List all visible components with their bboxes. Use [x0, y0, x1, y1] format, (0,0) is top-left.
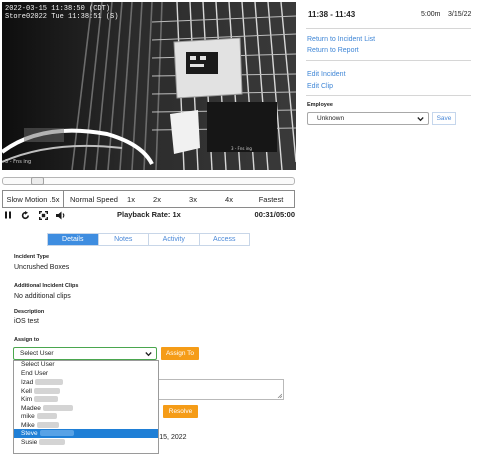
- edit-clip-link[interactable]: Edit Clip: [307, 83, 333, 90]
- employee-select[interactable]: Unknown: [307, 112, 429, 125]
- divider: [306, 28, 471, 29]
- redacted-surname: [42, 404, 73, 411]
- option-label: Kell: [21, 387, 32, 395]
- assign-to-label: Assign to: [14, 337, 40, 343]
- resolution-notes-textarea[interactable]: [158, 379, 284, 400]
- video-player[interactable]: 2022-03-15 11:38:50 (CDT) Store02022 Tue…: [2, 2, 296, 170]
- dropdown-option[interactable]: Select User: [14, 361, 158, 370]
- dropdown-option[interactable]: Mike: [14, 421, 158, 430]
- resolve-button[interactable]: Resolve: [163, 405, 198, 418]
- clip-duration: 5:00m: [421, 11, 441, 18]
- video-store-stamp: Store02022 Tue 11:38:51 (S): [5, 13, 119, 21]
- option-label: Susie: [21, 438, 38, 446]
- detail-tabs: Details Notes Activity Access: [47, 233, 250, 246]
- incident-type-label: Incident Type: [14, 254, 50, 260]
- redacted-surname: [36, 413, 57, 419]
- additional-clips-label: Additional Incident Clips: [14, 283, 79, 289]
- option-label: mike: [21, 413, 35, 420]
- speed-slow-button[interactable]: Slow Motion .5x: [3, 191, 64, 207]
- playback-rate: Playback Rate: 1x: [117, 210, 181, 219]
- dropdown-option[interactable]: mike: [14, 412, 158, 421]
- incident-type-value: Uncrushed Boxes: [14, 264, 70, 271]
- dropdown-option[interactable]: Kell: [14, 387, 158, 396]
- description-label: Description: [14, 309, 45, 315]
- playback-speed-bar: Slow Motion .5x Normal Speed 1x 2x 3x 4x…: [2, 190, 295, 208]
- redacted-surname: [39, 438, 66, 445]
- volume-icon[interactable]: [55, 209, 67, 221]
- employee-label: Employee: [307, 102, 333, 108]
- redacted-surname: [35, 379, 64, 385]
- video-scrubber[interactable]: [2, 177, 295, 185]
- option-label: Mike: [21, 421, 35, 429]
- dropdown-option[interactable]: Madee: [14, 404, 158, 413]
- redacted-surname: [34, 396, 59, 402]
- video-frame: [2, 2, 296, 170]
- playback-controls: Playback Rate: 1x 00:31/05:00: [2, 209, 295, 221]
- option-label: Select User: [21, 361, 55, 368]
- redacted-surname: [33, 387, 60, 394]
- edit-incident-link[interactable]: Edit Incident: [307, 71, 346, 78]
- replay-icon[interactable]: [19, 209, 31, 221]
- dropdown-option[interactable]: Susie: [14, 438, 158, 447]
- option-label: End User: [21, 369, 49, 377]
- camera-name: 3 - Fns ing: [5, 159, 32, 165]
- dropdown-option[interactable]: End User: [14, 370, 158, 379]
- assign-select-value: Select User: [20, 350, 54, 357]
- option-label: Steve: [21, 430, 38, 437]
- additional-clips-value: No additional clips: [14, 293, 71, 300]
- return-to-incident-list-link[interactable]: Return to Incident List: [307, 36, 375, 43]
- clip-time-range: 11:38 - 11:43: [308, 10, 356, 19]
- fullscreen-icon[interactable]: [37, 209, 49, 221]
- speed-normal-button[interactable]: Normal Speed: [64, 191, 124, 207]
- playback-time: 00:31/05:00: [254, 210, 295, 219]
- tab-access[interactable]: Access: [198, 234, 249, 245]
- description-value: iOS test: [14, 318, 39, 325]
- assign-user-select[interactable]: Select User: [13, 347, 157, 360]
- speed-4x-button[interactable]: 4x: [210, 191, 248, 207]
- camera-overlay-label: 3 - Fns ing: [231, 146, 252, 151]
- resolved-date-fragment: r 15, 2022: [155, 434, 187, 441]
- speed-1x-button[interactable]: 1x: [124, 191, 138, 207]
- scrubber-thumb[interactable]: [31, 177, 44, 185]
- clip-date: 3/15/22: [448, 11, 472, 18]
- divider: [306, 95, 471, 96]
- tab-notes[interactable]: Notes: [97, 234, 148, 245]
- video-timestamp: 2022-03-15 11:38:50 (CDT): [5, 5, 111, 13]
- pause-icon[interactable]: [2, 209, 14, 221]
- option-label: Kim: [21, 396, 33, 403]
- tab-activity[interactable]: Activity: [148, 234, 199, 245]
- option-label: Izad: [21, 379, 34, 386]
- save-employee-button[interactable]: Save: [432, 112, 456, 125]
- return-to-report-link[interactable]: Return to Report: [307, 47, 359, 54]
- dropdown-option-selected[interactable]: Steve: [14, 429, 158, 438]
- chevron-down-icon: [145, 352, 152, 357]
- redacted-surname: [36, 421, 59, 428]
- chevron-down-icon: [417, 117, 424, 122]
- assign-to-button[interactable]: Assign To: [161, 347, 199, 360]
- speed-fastest-button[interactable]: Fastest: [248, 191, 294, 207]
- dropdown-option[interactable]: Kim: [14, 395, 158, 404]
- resize-grip-icon[interactable]: [277, 393, 282, 398]
- tab-details[interactable]: Details: [48, 234, 98, 245]
- divider: [306, 60, 471, 61]
- employee-select-value: Unknown: [317, 115, 345, 122]
- assign-user-dropdown: Select User End User Izad Kell Kim Madee…: [13, 360, 159, 454]
- speed-3x-button[interactable]: 3x: [176, 191, 210, 207]
- option-label: Madee: [21, 404, 41, 412]
- speed-2x-button[interactable]: 2x: [138, 191, 176, 207]
- dropdown-option[interactable]: Izad: [14, 378, 158, 387]
- redacted-surname: [39, 430, 74, 436]
